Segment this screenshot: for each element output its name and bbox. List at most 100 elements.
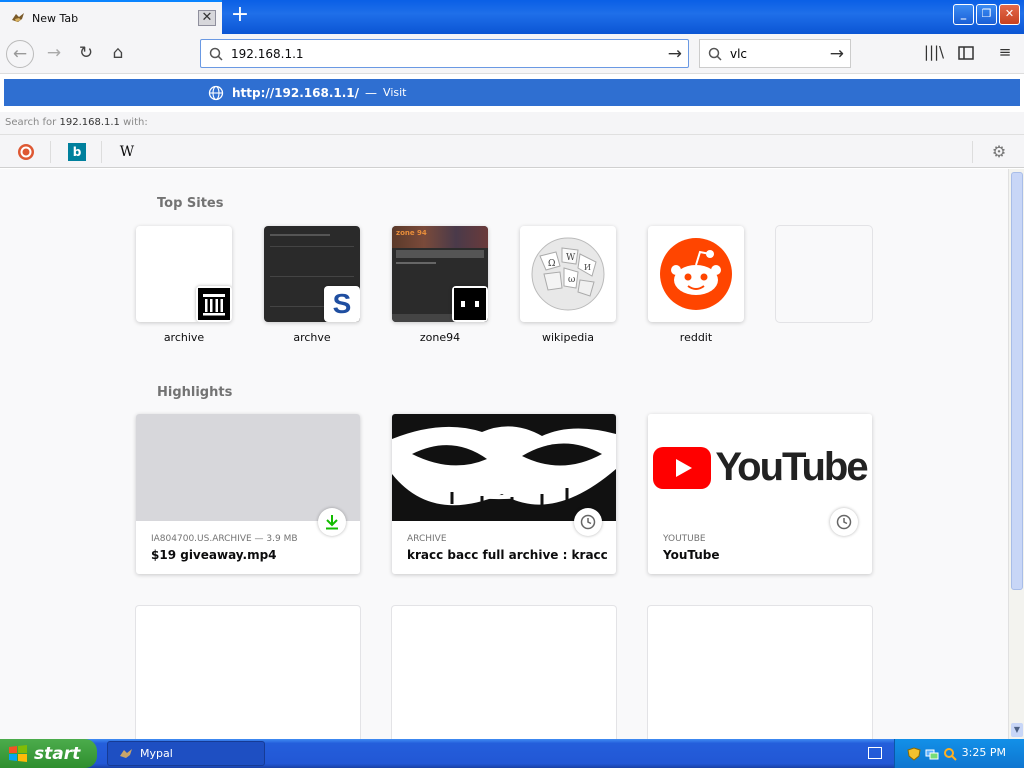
new-tab-page: Top Sites archive S archve zone 94 zone9… [0,169,1008,739]
wikipedia-globe-icon: Ω W И ω [531,237,605,311]
highlight-context: ARCHIVE [407,534,447,544]
search-for-query: 192.168.1.1 [59,117,120,128]
download-icon [318,508,346,536]
go-arrow-icon[interactable]: → [668,44,682,64]
zone94-icon [452,286,488,322]
duckduckgo-icon[interactable] [17,143,35,161]
network-icon[interactable] [925,747,939,761]
menu-icon[interactable]: ≡ [994,43,1016,65]
top-site-label: reddit [679,331,713,344]
top-sites-title: Top Sites [157,196,224,211]
top-site-tile-archive[interactable] [136,226,232,322]
mypal-favicon-icon [12,13,24,22]
archive-icon [196,286,232,322]
autocomplete-visit-row[interactable]: http://192.168.1.1/ — Visit [4,79,1020,106]
wikipedia-icon[interactable]: W [118,143,136,161]
scroll-down-arrow-icon[interactable]: ▼ [1011,723,1023,737]
highlight-card[interactable]: IA804700.US.ARCHIVE — 3.9 MB $19 giveawa… [136,414,360,574]
highlight-title: $19 giveaway.mp4 [151,548,277,562]
clock: 3:25 PM [961,746,1006,759]
search-go-arrow-icon[interactable]: → [830,44,844,64]
gear-icon[interactable]: ⚙ [990,143,1008,161]
top-site-label: wikipedia [541,331,594,344]
highlights-title: Highlights [157,385,233,400]
autocomplete-url: http://192.168.1.1/ [232,85,360,100]
autocomplete-separator: — [365,85,378,100]
minimize-button[interactable]: _ [953,4,974,25]
highlight-placeholder [136,606,360,739]
tab-close-icon[interactable]: ✕ [198,10,216,26]
highlight-context: YOUTUBE [663,534,706,544]
highlight-thumbnail [136,414,360,521]
url-input[interactable] [231,46,651,61]
top-site-tile-zone94[interactable]: zone 94 [392,226,488,322]
new-tab-button[interactable]: + [228,4,252,27]
vertical-scrollbar[interactable]: ▼ [1008,169,1024,739]
top-site-tile-reddit[interactable] [648,226,744,322]
highlight-context: IA804700.US.ARCHIVE — 3.9 MB [151,534,298,544]
library-icon[interactable]: |||\ [923,43,945,65]
task-label: Mypal [140,747,173,760]
tab-title: New Tab [32,11,79,25]
globe-icon [208,85,224,100]
top-site-tile-wikipedia[interactable]: Ω W И ω [520,226,616,322]
engine-divider [101,141,102,163]
start-label: start [34,743,81,764]
start-button[interactable]: start [0,739,97,768]
url-bar[interactable]: → [200,39,689,68]
highlight-card[interactable]: ARCHIVE kracc bacc full archive : kracc … [392,414,616,574]
back-button[interactable]: ← [6,40,34,68]
autocomplete-action: Visit [383,86,407,99]
system-tray: 3:25 PM [894,739,1024,768]
highlight-placeholder [392,606,616,739]
sidebar-icon[interactable] [955,43,977,65]
highlight-placeholder [648,606,872,739]
clock-icon [830,508,858,536]
close-window-button[interactable]: ✕ [999,4,1020,25]
top-site-tile-archve[interactable]: S [264,226,360,322]
navigation-toolbar: ← → ↻ ⌂ → → |||\ ≡ [0,34,1024,74]
restore-button[interactable]: ❐ [976,4,997,25]
search-bar[interactable]: → [699,39,851,68]
tab-new-tab[interactable]: New Tab ✕ [0,0,222,34]
top-site-label: zone94 [419,331,461,344]
svg-text:ω: ω [568,275,575,285]
svg-text:W: W [566,253,576,263]
clock-icon [574,508,602,536]
search-for-label: Search for 192.168.1.1 with: [0,112,1024,134]
security-shield-icon[interactable] [907,747,921,761]
mypal-icon [120,748,132,758]
windows-flag-icon [9,744,27,762]
title-bar: New Tab ✕ + _ ❐ ✕ [0,0,1024,34]
youtube-logo-text: YouTube [715,445,868,489]
home-button[interactable]: ⌂ [104,40,132,68]
bing-icon[interactable]: b [68,143,86,161]
svg-text:И: И [584,263,591,272]
reddit-icon [660,238,732,310]
search-for-suffix: with: [123,117,148,128]
top-site-tile-empty[interactable] [776,226,872,322]
trollface-thumbnail [392,414,616,521]
search-input[interactable] [730,46,820,61]
top-site-label: archve [293,331,331,344]
one-off-search-engines: b W ⚙ [0,134,1024,168]
svg-text:Ω: Ω [548,259,555,269]
youtube-play-icon [653,446,712,489]
highlight-title: kracc bacc full archive : kracc ba... [407,548,607,562]
window-controls: _ ❐ ✕ [953,4,1020,25]
forward-button[interactable]: → [40,40,68,68]
zone94-logo-text: zone 94 [396,229,427,237]
keyboard-icon[interactable] [868,747,882,759]
search-tray-icon[interactable] [943,747,957,761]
reload-button[interactable]: ↻ [72,40,100,68]
highlight-card[interactable]: YouTube YOUTUBE YouTube [648,414,872,574]
search-icon [209,47,223,61]
screen: New Tab ✕ + _ ❐ ✕ ← → ↻ ⌂ → → |||\ ≡ [0,0,1024,768]
highlight-title: YouTube [663,548,720,562]
scrollbar-thumb[interactable] [1011,172,1023,590]
taskbar-item-mypal[interactable]: Mypal [107,741,265,766]
search-icon [708,47,722,61]
youtube-logo: YouTube [648,414,872,521]
engine-divider [972,141,973,163]
search-for-prefix: Search for [5,117,57,128]
